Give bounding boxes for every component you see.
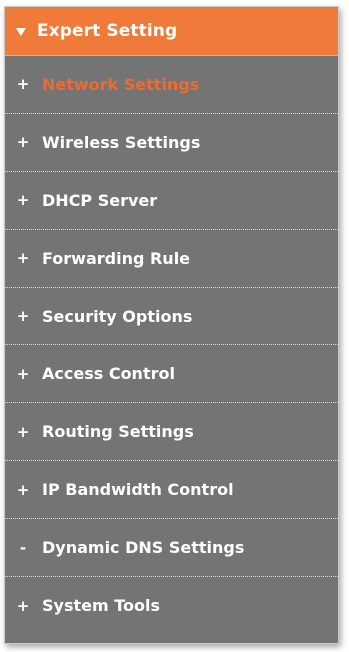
menu-item-label: Dynamic DNS Settings — [42, 538, 245, 558]
menu-item-label: Wireless Settings — [42, 132, 201, 152]
menu-item-system-tools[interactable]: + System Tools — [5, 577, 338, 635]
menu-item-label: DHCP Server — [42, 190, 158, 210]
collapse-icon: - — [19, 538, 27, 557]
expert-setting-menu: Expert Setting + Network Settings + Wire… — [4, 6, 339, 644]
expand-icon: + — [16, 133, 30, 152]
menu-item-forwarding-rule[interactable]: + Forwarding Rule — [5, 230, 338, 288]
menu-item-label: System Tools — [42, 596, 160, 616]
header-title: Expert Setting — [37, 21, 178, 41]
expand-icon: + — [16, 422, 30, 441]
expand-icon: + — [16, 191, 30, 210]
expand-icon: + — [16, 480, 30, 499]
expand-icon: + — [16, 596, 30, 615]
menu-item-access-control[interactable]: + Access Control — [5, 345, 338, 404]
menu-item-dhcp-server[interactable]: + DHCP Server — [5, 172, 338, 230]
expand-icon: + — [16, 364, 30, 383]
menu-item-network-settings[interactable]: + Network Settings — [5, 56, 338, 114]
menu-item-routing-settings[interactable]: + Routing Settings — [5, 403, 338, 462]
expand-icon: + — [16, 307, 30, 325]
menu-item-label: Access Control — [42, 364, 175, 384]
caret-down-icon — [16, 27, 26, 36]
menu-list: + Network Settings + Wireless Settings +… — [5, 56, 338, 635]
menu-item-label: Forwarding Rule — [42, 248, 191, 268]
menu-item-dynamic-dns-settings[interactable]: - Dynamic DNS Settings — [5, 519, 338, 578]
expand-icon: + — [16, 75, 30, 94]
menu-item-wireless-settings[interactable]: + Wireless Settings — [5, 114, 338, 172]
menu-item-label: Network Settings — [42, 74, 200, 94]
menu-item-label: Security Options — [42, 306, 193, 326]
menu-item-label: IP Bandwidth Control — [42, 480, 234, 500]
expand-icon: + — [16, 249, 30, 268]
menu-item-security-options[interactable]: + Security Options — [5, 288, 338, 346]
menu-item-label: Routing Settings — [42, 422, 194, 442]
menu-item-ip-bandwidth-control[interactable]: + IP Bandwidth Control — [5, 461, 338, 520]
expert-setting-header[interactable]: Expert Setting — [5, 7, 338, 56]
